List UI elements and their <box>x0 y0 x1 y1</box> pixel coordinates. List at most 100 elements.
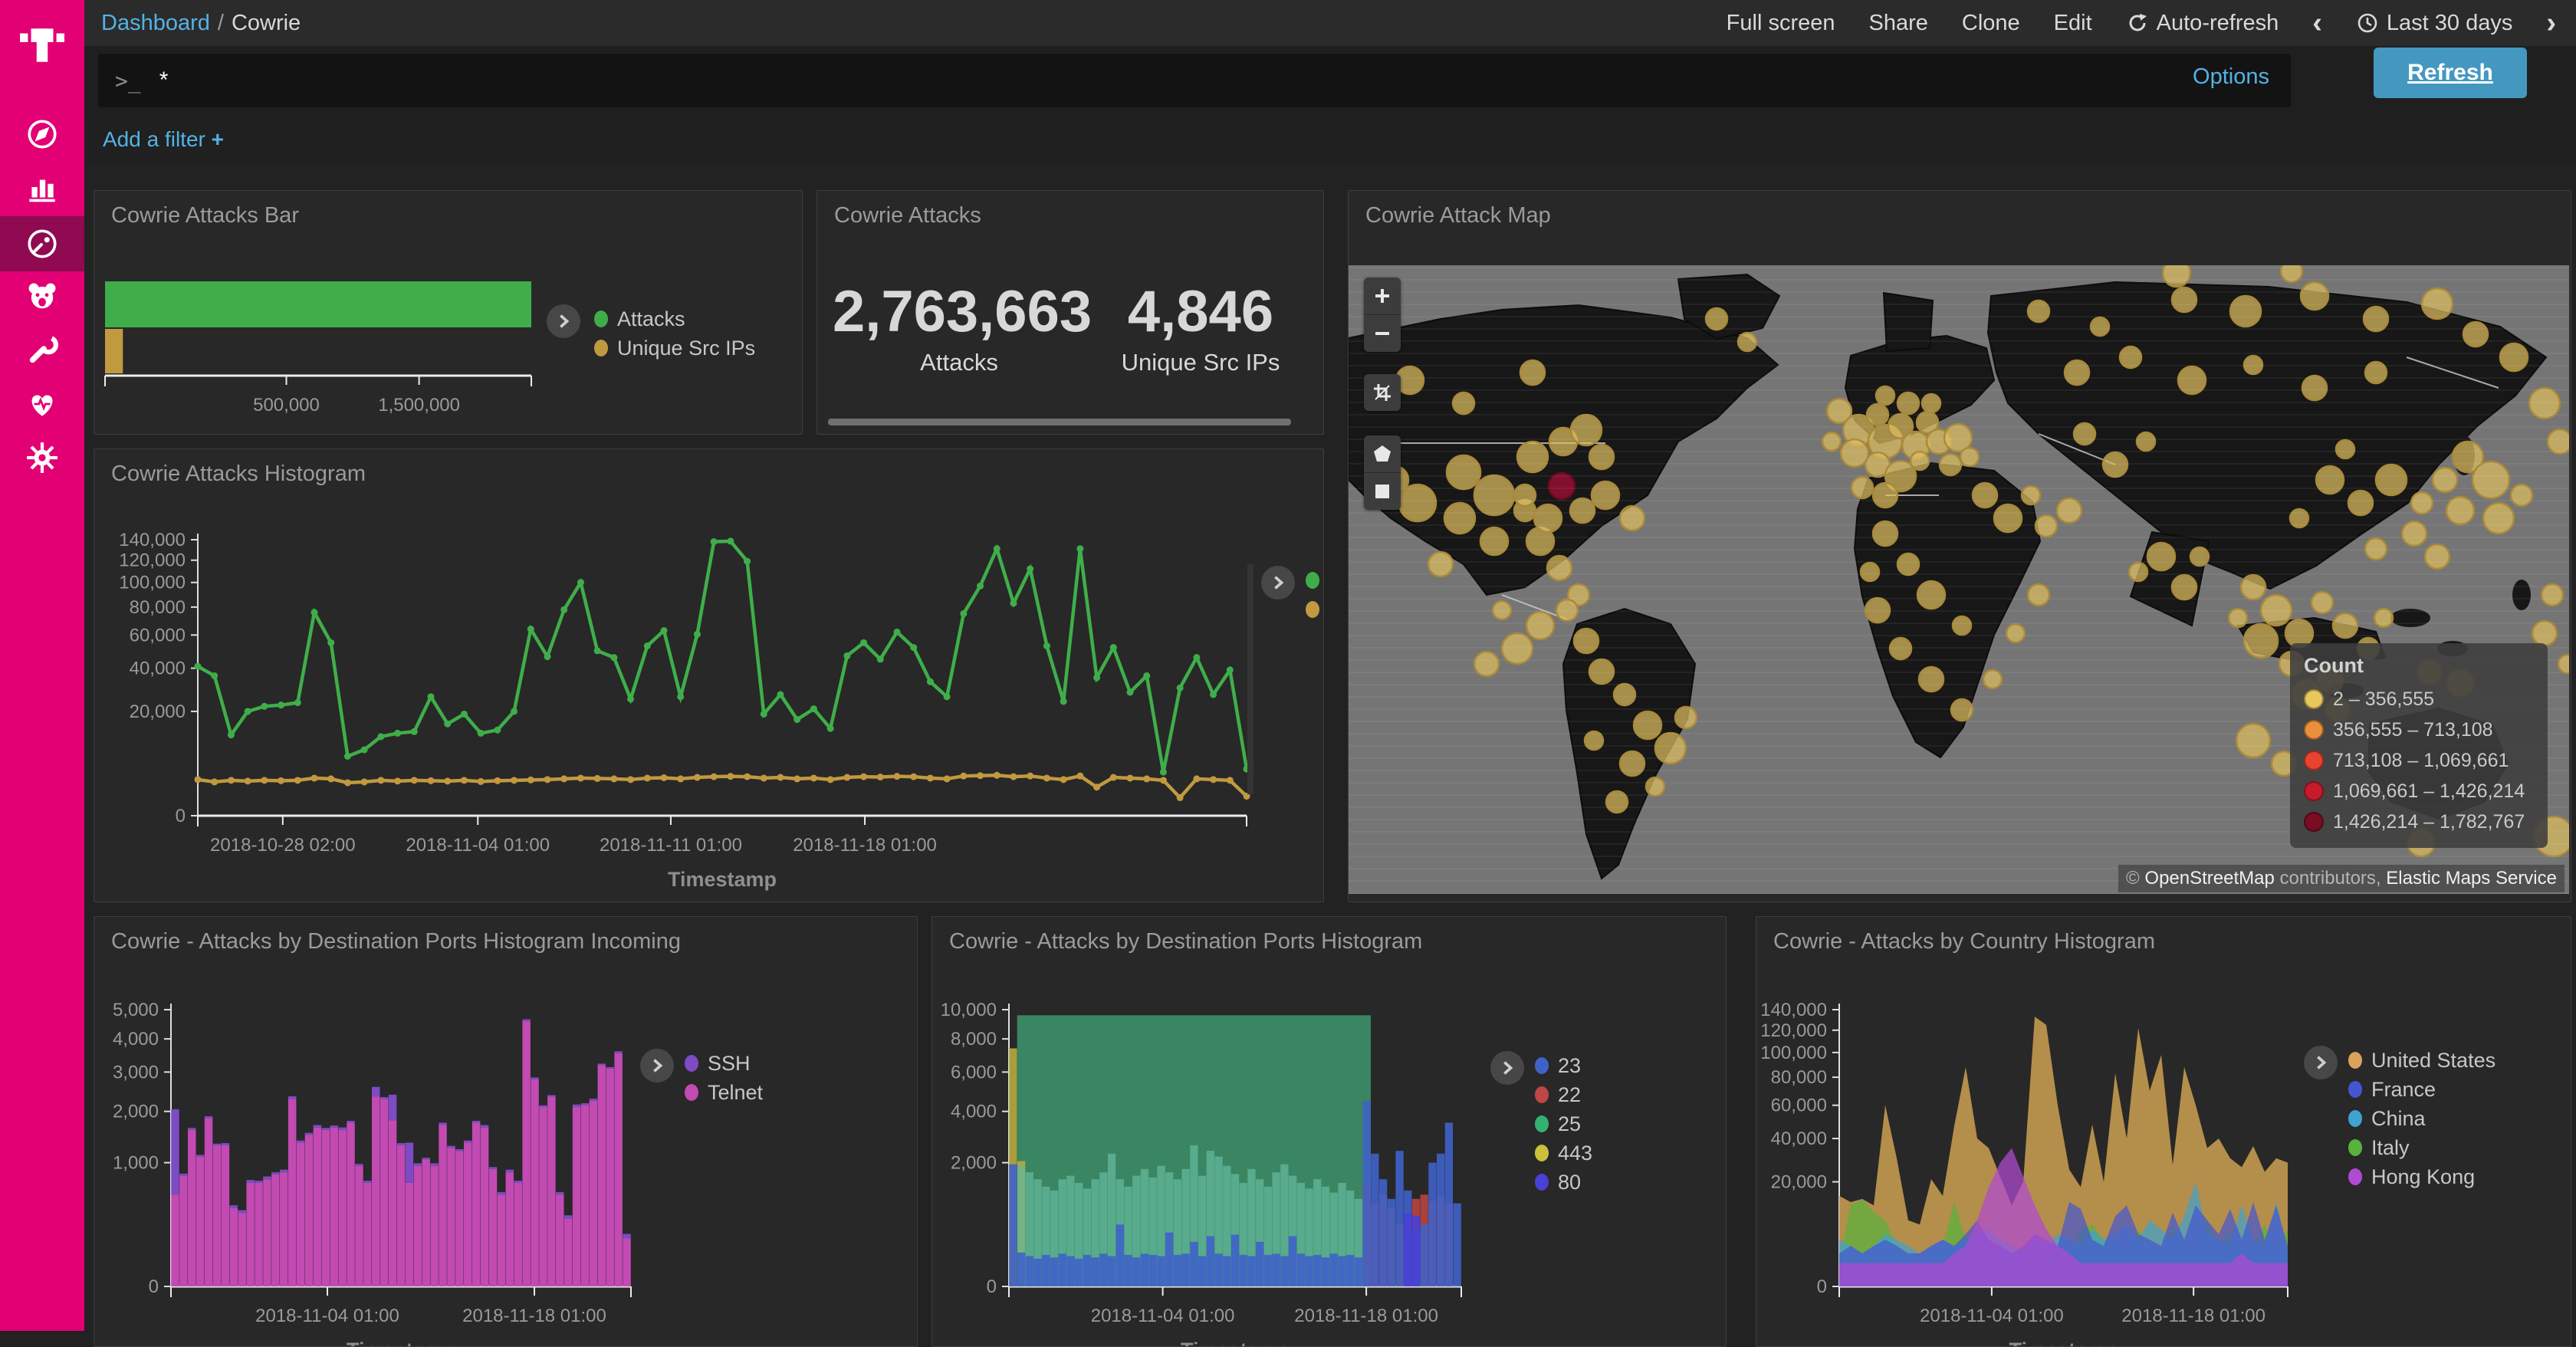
attacks-line-chart[interactable]: 020,00040,00060,00080,000100,000120,0001… <box>94 449 1323 902</box>
legend: United States FranceChinaItaly Hong Kong <box>2348 1046 2496 1191</box>
svg-text:2018-11-04 01:00: 2018-11-04 01:00 <box>1920 1306 2064 1326</box>
legend-item[interactable]: United States <box>2348 1046 2496 1075</box>
auto-refresh-button[interactable]: Auto-refresh <box>2126 11 2279 36</box>
legend-color-dot <box>2348 1081 2362 1098</box>
time-back-button[interactable]: ‹ <box>2312 8 2322 38</box>
svg-text:20,000: 20,000 <box>130 701 186 722</box>
svg-text:2018-11-04 01:00: 2018-11-04 01:00 <box>406 835 550 856</box>
svg-text:4,000: 4,000 <box>113 1029 159 1050</box>
svg-text:80,000: 80,000 <box>1771 1067 1827 1088</box>
legend-color-dot <box>2348 1110 2362 1127</box>
legend-item[interactable]: Attacks <box>594 304 755 333</box>
openstreetmap-link[interactable]: OpenStreetMap <box>2144 868 2274 889</box>
refresh-button[interactable]: Refresh <box>2374 48 2527 98</box>
map-zoom-controls <box>1364 278 1401 352</box>
time-range-picker[interactable]: Last 30 days <box>2356 11 2512 36</box>
legend-color-dot <box>594 310 608 327</box>
polygon-select-button[interactable] <box>1364 435 1401 473</box>
elastic-maps-link[interactable]: Elastic Maps Service <box>2386 868 2557 889</box>
search-input[interactable]: >_ * <box>98 54 2291 107</box>
legend-item[interactable]: Attacks <box>1306 566 1324 595</box>
legend: AttacksUnique Src IPs <box>594 304 755 363</box>
options-link[interactable]: Options <box>2193 64 2269 90</box>
sidebar-item-monitoring[interactable] <box>0 377 84 431</box>
legend-item[interactable]: Telnet <box>685 1078 763 1107</box>
panel-attacks-histogram: Cowrie Attacks Histogram 020,00040,00060… <box>94 448 1324 902</box>
world-map[interactable]: Count 2 – 356,555356,555 – 713,108713,10… <box>1349 265 2569 894</box>
svg-text:1,500,000: 1,500,000 <box>378 395 460 416</box>
ports-incoming-bar-chart[interactable]: 01,0002,0003,0004,0005,0002018-11-04 01:… <box>94 917 917 1346</box>
ports-bar-chart[interactable]: 02,0004,0006,0008,00010,0002018-11-04 01… <box>932 917 1726 1346</box>
add-filter-button[interactable]: Add a filter + <box>103 127 224 152</box>
map-legend-bucket: 356,555 – 713,108 <box>2304 715 2534 745</box>
legend-item[interactable]: 22 <box>1535 1080 1592 1109</box>
clone-button[interactable]: Clone <box>1962 11 2020 36</box>
sidebar-item-discover[interactable] <box>0 107 84 161</box>
legend-toggle-button[interactable] <box>2304 1046 2338 1079</box>
time-forward-button[interactable]: › <box>2546 8 2556 38</box>
rectangle-select-button[interactable] <box>1364 473 1401 510</box>
svg-text:2018-10-28 02:00: 2018-10-28 02:00 <box>210 835 356 856</box>
svg-text:10,000: 10,000 <box>941 1000 997 1020</box>
chevron-right-icon <box>1499 1060 1516 1076</box>
legend-item-label: 25 <box>1558 1112 1581 1136</box>
svg-text:100,000: 100,000 <box>1760 1043 1827 1063</box>
zoom-in-button[interactable] <box>1364 278 1401 315</box>
legend-item[interactable]: 25 <box>1535 1109 1592 1138</box>
legend-color-dot <box>1535 1086 1549 1103</box>
legend-toggle-button[interactable] <box>1490 1051 1524 1085</box>
legend-toggle-button[interactable] <box>1261 566 1295 600</box>
legend-title: Count <box>2304 654 2534 678</box>
svg-text:2018-11-11 01:00: 2018-11-11 01:00 <box>600 835 742 856</box>
legend-color-dot <box>1535 1145 1549 1161</box>
bar-chart-icon <box>25 170 60 205</box>
panel-title[interactable]: Cowrie Attacks Bar <box>94 191 802 228</box>
sidebar-item-visualize[interactable] <box>0 161 84 215</box>
sidebar-item-dashboard[interactable] <box>0 216 84 271</box>
panel-title[interactable]: Cowrie Attack Map <box>1349 191 2571 228</box>
legend-toggle-button[interactable] <box>640 1049 674 1083</box>
metric-label: Attacks <box>833 349 1086 376</box>
svg-text:20,000: 20,000 <box>1771 1172 1827 1193</box>
legend-item[interactable]: Unique Src IPs <box>594 333 755 363</box>
share-button[interactable]: Share <box>1869 11 1928 36</box>
minus-icon <box>1372 324 1392 343</box>
chevron-right-icon <box>1270 574 1286 591</box>
rectangle-icon <box>1372 481 1392 501</box>
svg-text:40,000: 40,000 <box>130 659 186 679</box>
map-legend-bucket: 2 – 356,555 <box>2304 684 2534 715</box>
svg-text:Timestamp: Timestamp <box>1181 1339 1290 1346</box>
svg-text:100,000: 100,000 <box>119 573 186 593</box>
svg-text:120,000: 120,000 <box>119 550 186 571</box>
sidebar-item-dev-tools[interactable] <box>0 324 84 377</box>
sidebar-item-management[interactable] <box>0 431 84 485</box>
zoom-out-button[interactable] <box>1364 315 1401 352</box>
edit-button[interactable]: Edit <box>2054 11 2092 36</box>
legend: SSHTelnet <box>685 1049 763 1107</box>
legend-item-label: France <box>2371 1078 2436 1102</box>
horizontal-scrollbar[interactable] <box>828 419 1291 425</box>
legend-item[interactable]: Unique Src IPs <box>1306 595 1324 624</box>
legend-item[interactable]: Italy <box>2348 1133 2496 1162</box>
t-mobile-logo[interactable] <box>0 11 84 78</box>
breadcrumb-dashboard[interactable]: Dashboard <box>101 11 210 36</box>
legend-toggle-button[interactable] <box>547 304 580 338</box>
legend-item[interactable]: 23 <box>1535 1051 1592 1080</box>
panel-ports-histogram: Cowrie - Attacks by Destination Ports Hi… <box>932 916 1727 1347</box>
legend-item-label: Hong Kong <box>2371 1165 2475 1189</box>
legend-item[interactable]: France <box>2348 1075 2496 1104</box>
legend-item[interactable]: China <box>2348 1104 2496 1133</box>
panel-title[interactable]: Cowrie Attacks <box>817 191 1323 228</box>
legend-item[interactable]: SSH <box>685 1049 763 1078</box>
crop-fit-button[interactable] <box>1364 374 1401 411</box>
full-screen-button[interactable]: Full screen <box>1727 11 1835 36</box>
svg-text:0: 0 <box>176 806 186 826</box>
legend-item[interactable]: 443 <box>1535 1138 1592 1168</box>
legend-item[interactable]: Hong Kong <box>2348 1162 2496 1191</box>
legend-item[interactable]: 80 <box>1535 1168 1592 1197</box>
metric-label: Unique Src IPs <box>1093 349 1308 376</box>
sidebar-item-apm[interactable] <box>0 270 84 324</box>
bucket-color-dot <box>2304 781 2324 801</box>
legend-color-dot <box>1535 1115 1549 1132</box>
metric-value: 2,763,663 <box>833 283 1086 341</box>
